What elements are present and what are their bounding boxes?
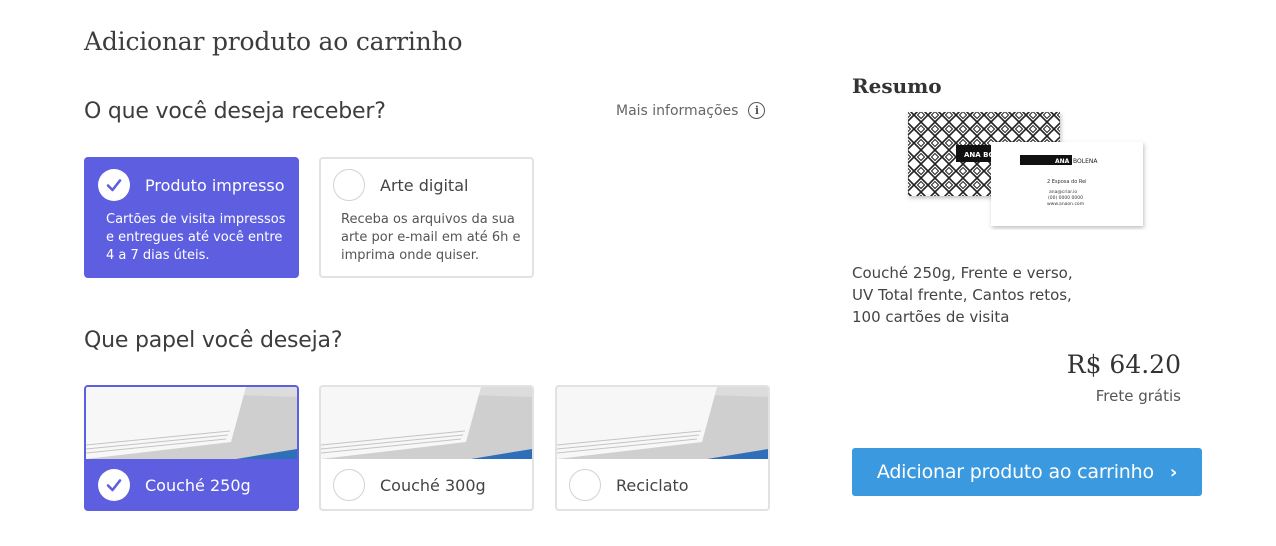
delivery-option-printed[interactable]: Produto impresso Cartões de visita impre…: [84, 157, 299, 278]
total-price: R$ 64.20: [1066, 350, 1181, 379]
check-icon: [98, 169, 130, 201]
paper-option-couche-250[interactable]: Couché 250g: [84, 385, 299, 511]
check-icon: [98, 469, 130, 501]
card-back-web: www.anaon.com: [1047, 202, 1084, 207]
more-info-link[interactable]: Mais informações i: [616, 102, 766, 119]
radio-circle-icon: [333, 469, 365, 501]
radio-circle-icon: [569, 469, 601, 501]
summary-title: Resumo: [852, 74, 942, 98]
paper-option-couche-300[interactable]: Couché 300g: [319, 385, 534, 511]
delivery-option-desc: Receba os arquivos da sua arte por e-mai…: [341, 212, 521, 263]
paper-heading: Que papel você deseja?: [84, 328, 343, 353]
card-back-email: ana@criar.io: [1049, 189, 1077, 195]
paper-stack-image: [86, 387, 297, 459]
card-back-name-2: BOLENA: [1073, 158, 1098, 165]
summary-line: UV Total frente, Cantos retos,: [852, 286, 1072, 304]
radio-circle-icon: [333, 169, 365, 201]
paper-option-label: Couché 300g: [380, 476, 486, 495]
summary-line: Couché 250g, Frente e verso,: [852, 264, 1073, 282]
delivery-option-desc: Cartões de visita impressos e entregues …: [106, 212, 286, 263]
summary-description: Couché 250g, Frente e verso, UV Total fr…: [852, 262, 1092, 328]
delivery-option-label: Arte digital: [380, 176, 469, 195]
paper-stack-image: [321, 387, 532, 459]
info-icon: i: [748, 102, 766, 119]
card-back-phone: (00) 0000 0000: [1048, 195, 1083, 201]
more-info-label: Mais informações: [616, 102, 739, 119]
paper-stack-image: [557, 387, 768, 459]
delivery-heading: O que você deseja receber?: [84, 99, 386, 124]
paper-option-label: Reciclato: [616, 476, 689, 495]
card-back-role: 2 Esposa do Rei: [1047, 179, 1087, 185]
delivery-option-label: Produto impresso: [145, 176, 285, 195]
delivery-option-digital[interactable]: Arte digital Receba os arquivos da sua a…: [319, 157, 534, 278]
business-card-preview: ANA BOLENA ANA BOLENA 2 Esposa do Rei an…: [900, 108, 1150, 230]
paper-option-reciclato[interactable]: Reciclato: [555, 385, 770, 511]
add-to-cart-button[interactable]: Adicionar produto ao carrinho ›: [852, 448, 1202, 496]
add-to-cart-label: Adicionar produto ao carrinho: [876, 461, 1154, 483]
page-title: Adicionar produto ao carrinho: [84, 27, 463, 56]
shipping-info: Frete grátis: [1095, 387, 1181, 405]
paper-option-label: Couché 250g: [145, 476, 251, 495]
card-back-name-1: ANA: [1055, 158, 1070, 165]
chevron-right-icon: ›: [1169, 461, 1178, 483]
summary-line: 100 cartões de visita: [852, 308, 1010, 326]
